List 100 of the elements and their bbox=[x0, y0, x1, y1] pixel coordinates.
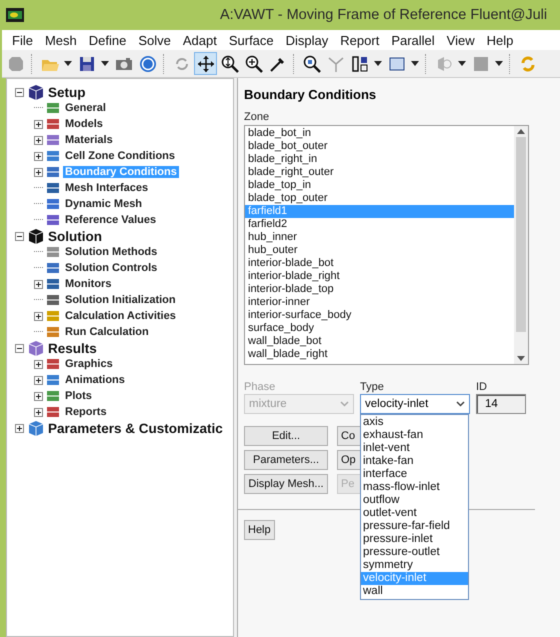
id-field[interactable]: 14 bbox=[476, 394, 526, 414]
dropdown-option[interactable]: exhaust-fan bbox=[361, 429, 468, 442]
menu-item[interactable]: Help bbox=[480, 32, 520, 48]
expand-icon[interactable] bbox=[34, 376, 43, 384]
tree-item[interactable]: Animations bbox=[63, 374, 127, 386]
tree-item[interactable]: Solution Methods bbox=[63, 246, 160, 258]
expand-icon[interactable] bbox=[34, 168, 43, 176]
zone-item[interactable]: wall_blade_right bbox=[245, 348, 514, 361]
zone-item[interactable]: blade_top_in bbox=[245, 179, 514, 192]
panel-button[interactable]: Display Mesh... bbox=[244, 474, 328, 494]
menu-item[interactable]: Report bbox=[334, 32, 386, 48]
tree-item[interactable]: Materials bbox=[63, 134, 115, 146]
menu-item[interactable]: Parallel bbox=[385, 32, 441, 48]
dropdown-option[interactable]: axis bbox=[361, 416, 468, 429]
menu-item[interactable]: View bbox=[440, 32, 481, 48]
panel-button[interactable]: Op bbox=[337, 450, 361, 470]
panel-button[interactable]: Co bbox=[337, 426, 361, 446]
zone-item[interactable]: interior-blade_bot bbox=[245, 257, 514, 270]
expand-icon[interactable] bbox=[34, 360, 43, 368]
dropdown-option[interactable]: intake-fan bbox=[361, 455, 468, 468]
tree-item[interactable]: Reports bbox=[63, 406, 109, 418]
panel-title: Boundary Conditions bbox=[244, 87, 378, 102]
dropdown-option[interactable]: outflow bbox=[361, 494, 468, 507]
zone-item[interactable]: blade_right_outer bbox=[245, 166, 514, 179]
dropdown-option[interactable]: pressure-outlet bbox=[361, 546, 468, 559]
expand-icon[interactable] bbox=[34, 152, 43, 160]
caret-icon[interactable] bbox=[374, 61, 382, 66]
tree-item[interactable]: Graphics bbox=[63, 358, 115, 370]
expand-icon[interactable] bbox=[34, 312, 43, 320]
collapse-icon[interactable] bbox=[15, 88, 24, 96]
phase-label: Phase bbox=[244, 381, 276, 393]
collapse-icon[interactable] bbox=[15, 232, 24, 240]
dropdown-option[interactable]: wall bbox=[361, 585, 468, 598]
menu-item[interactable]: Define bbox=[82, 32, 132, 48]
expand-icon[interactable] bbox=[34, 120, 43, 128]
tree-item[interactable]: Mesh Interfaces bbox=[63, 182, 150, 194]
zone-item[interactable]: blade_right_in bbox=[245, 153, 514, 166]
caret-icon[interactable] bbox=[411, 61, 419, 66]
scroll-down-icon[interactable] bbox=[517, 356, 525, 361]
tree-item[interactable]: Monitors bbox=[63, 278, 114, 290]
dropdown-option[interactable]: pressure-inlet bbox=[361, 533, 468, 546]
type-dropdown[interactable]: velocity-inlet bbox=[360, 394, 470, 414]
scrollbar-thumb[interactable] bbox=[516, 137, 526, 332]
tree-group-label[interactable]: Solution bbox=[48, 228, 102, 244]
dropdown-option[interactable]: pressure-far-field bbox=[361, 520, 468, 533]
panel-button[interactable]: Edit... bbox=[244, 426, 328, 446]
expand-icon[interactable] bbox=[34, 136, 43, 144]
zone-item[interactable]: blade_bot_in bbox=[245, 127, 514, 140]
collapse-icon[interactable] bbox=[15, 344, 24, 352]
help-button[interactable]: Help bbox=[244, 520, 275, 540]
tree-item[interactable]: Run Calculation bbox=[63, 326, 151, 338]
menu-item[interactable]: File bbox=[6, 32, 39, 48]
scrollbar[interactable] bbox=[514, 126, 528, 364]
zone-item[interactable]: farfield2 bbox=[245, 218, 514, 231]
zone-item[interactable]: wall_blade_bot bbox=[245, 335, 514, 348]
app-logo-icon bbox=[6, 8, 24, 22]
move-icon[interactable] bbox=[194, 52, 217, 75]
tree-group-label[interactable]: Parameters & Customizatic bbox=[48, 420, 223, 436]
tree-group-label[interactable]: Setup bbox=[48, 84, 86, 100]
tree-item[interactable]: General bbox=[63, 102, 108, 114]
menu-item[interactable]: Mesh bbox=[38, 32, 83, 48]
expand-icon[interactable] bbox=[15, 424, 24, 432]
scroll-up-icon[interactable] bbox=[517, 129, 525, 134]
menu-item[interactable]: Solve bbox=[132, 32, 177, 48]
zone-item[interactable]: blade_bot_outer bbox=[245, 140, 514, 153]
tree-item[interactable]: Solution Controls bbox=[63, 262, 160, 274]
tree-item[interactable]: Reference Values bbox=[63, 214, 158, 226]
tree-item[interactable]: Dynamic Mesh bbox=[63, 198, 144, 210]
caret-icon[interactable] bbox=[458, 61, 466, 66]
expand-icon[interactable] bbox=[34, 392, 43, 400]
dropdown-option[interactable]: symmetry bbox=[361, 559, 468, 572]
caret-icon[interactable] bbox=[101, 61, 109, 66]
tree-item[interactable]: Cell Zone Conditions bbox=[63, 150, 177, 162]
menu-item[interactable]: Adapt bbox=[176, 32, 223, 48]
zone-item[interactable]: interior-blade_top bbox=[245, 283, 514, 296]
expand-icon[interactable] bbox=[34, 280, 43, 288]
zone-item[interactable]: hub_inner bbox=[245, 231, 514, 244]
expand-icon[interactable] bbox=[34, 408, 43, 416]
dropdown-option[interactable]: outlet-vent bbox=[361, 507, 468, 520]
zone-item[interactable]: surface_body bbox=[245, 322, 514, 335]
zone-item[interactable]: hub_outer bbox=[245, 244, 514, 257]
caret-icon[interactable] bbox=[64, 61, 72, 66]
zone-item[interactable]: interior-inner bbox=[245, 296, 514, 309]
menu-item[interactable]: Display bbox=[280, 32, 334, 48]
cube-icon bbox=[27, 339, 45, 357]
zone-item[interactable]: interior-blade_right bbox=[245, 270, 514, 283]
zone-item[interactable]: blade_top_outer bbox=[245, 192, 514, 205]
zone-item[interactable]: interior-surface_body bbox=[245, 309, 514, 322]
caret-icon[interactable] bbox=[495, 61, 503, 66]
tree-item[interactable]: Plots bbox=[63, 390, 94, 402]
cube-icon bbox=[27, 83, 45, 101]
tree-item[interactable]: Calculation Activities bbox=[63, 310, 178, 322]
menu-item[interactable]: Surface bbox=[222, 32, 280, 48]
dropdown-option[interactable]: inlet-vent bbox=[361, 442, 468, 455]
tree-item[interactable]: Models bbox=[63, 118, 105, 130]
dropdown-option[interactable]: interface bbox=[361, 468, 468, 481]
tree-group-label[interactable]: Results bbox=[48, 340, 97, 356]
tree-item[interactable]: Solution Initialization bbox=[63, 294, 178, 306]
dropdown-option[interactable]: mass-flow-inlet bbox=[361, 481, 468, 494]
panel-button[interactable]: Parameters... bbox=[244, 450, 328, 470]
